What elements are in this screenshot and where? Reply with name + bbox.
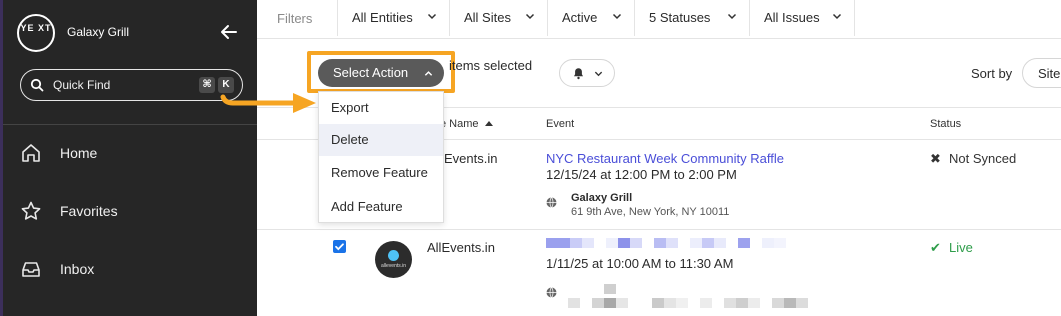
- event-time: 12/15/24 at 12:00 PM to 2:00 PM: [546, 167, 737, 182]
- column-header-site-name[interactable]: e Name: [440, 118, 493, 130]
- quick-find-input[interactable]: Quick Find ⌘ K: [20, 69, 243, 101]
- sidebar-item-inbox[interactable]: Inbox: [20, 255, 250, 285]
- shortcut-cmd-key: ⌘: [199, 77, 215, 93]
- globe-icon: [546, 287, 557, 298]
- filter-label: All Issues: [764, 10, 820, 25]
- inbox-icon: [22, 262, 40, 277]
- menu-item-add-feature[interactable]: Add Feature: [319, 191, 443, 223]
- star-icon: [21, 201, 41, 220]
- search-icon: [30, 78, 44, 92]
- account-name: Galaxy Grill: [67, 25, 130, 39]
- location-address: 61 9th Ave, New York, NY 10011: [571, 206, 730, 218]
- select-action-menu: Export Delete Remove Feature Add Feature: [318, 91, 444, 223]
- column-header-status: Status: [930, 118, 962, 130]
- row-divider: [257, 229, 1061, 230]
- row-site-name: AllEvents.in: [427, 240, 495, 255]
- quick-find-placeholder: Quick Find: [53, 78, 111, 92]
- row-site-name: Events.in: [444, 151, 498, 166]
- filter-label: 5 Statuses: [649, 10, 711, 25]
- sort-ascending-icon: [484, 121, 493, 126]
- bell-icon: [574, 68, 583, 80]
- filter-statuses-dropdown[interactable]: 5 Statuses: [634, 0, 749, 36]
- filter-sites-dropdown[interactable]: All Sites: [449, 0, 547, 36]
- annotation-arrow-icon: [220, 93, 316, 113]
- sidebar-item-label: Favorites: [60, 203, 118, 219]
- allevents-logo: [388, 250, 399, 261]
- arrow-left-icon[interactable]: [218, 21, 240, 43]
- sort-by-select[interactable]: Site: [1022, 58, 1061, 88]
- close-icon: ✖: [930, 151, 941, 166]
- chevron-down-icon: [727, 13, 737, 20]
- globe-icon: [546, 197, 557, 208]
- sidebar-divider: [3, 124, 257, 125]
- location-name: Galaxy Grill: [571, 192, 633, 204]
- chevron-down-icon: [594, 71, 603, 77]
- chevron-down-icon: [832, 13, 842, 20]
- column-header-label: e Name: [440, 118, 479, 130]
- menu-item-label: Delete: [331, 132, 369, 147]
- filters-label: Filters: [277, 11, 313, 26]
- annotation-highlight-box: [307, 51, 455, 93]
- column-header-event: Event: [546, 118, 575, 130]
- yext-logo: YE XT: [17, 14, 55, 52]
- menu-item-export[interactable]: Export: [319, 92, 443, 124]
- sidebar-item-home[interactable]: Home: [20, 139, 250, 169]
- event-title-link[interactable]: NYC Restaurant Week Community Raffle: [546, 151, 784, 166]
- event-time: 1/11/25 at 10:00 AM to 11:30 AM: [546, 256, 734, 271]
- sidebar: YE XT Galaxy Grill Quick Find ⌘ K Home F…: [0, 0, 257, 316]
- row-checkbox[interactable]: [333, 240, 346, 253]
- home-icon: [22, 144, 40, 162]
- site-avatar: allevents.in: [375, 241, 412, 278]
- chevron-down-icon: [612, 13, 622, 20]
- sidebar-item-label: Home: [60, 145, 98, 161]
- items-selected-text: items selected: [449, 58, 533, 73]
- menu-item-label: Remove Feature: [331, 165, 428, 180]
- menu-item-label: Export: [331, 100, 369, 115]
- chevron-down-icon: [525, 13, 535, 20]
- sort-by-label: Sort by: [971, 66, 1013, 81]
- filter-label: Active: [562, 10, 598, 25]
- chevron-down-icon: [427, 13, 437, 20]
- check-icon: ✔: [930, 240, 941, 255]
- sidebar-item-label: Inbox: [60, 261, 95, 277]
- filter-entities-dropdown[interactable]: All Entities: [337, 0, 449, 36]
- menu-item-remove-feature[interactable]: Remove Feature: [319, 157, 443, 189]
- filter-label: All Sites: [464, 10, 511, 25]
- notification-dropdown-button[interactable]: [559, 59, 615, 87]
- filter-bar: Filters All Entities All Sites Active 5 …: [257, 0, 1061, 39]
- status-label: Live: [949, 240, 973, 255]
- menu-item-delete[interactable]: Delete: [319, 124, 443, 156]
- sort-by-value: Site: [1038, 66, 1061, 81]
- filter-issues-dropdown[interactable]: All Issues: [749, 0, 855, 36]
- status-badge: ✔ Live: [930, 240, 973, 256]
- filter-label: All Entities: [352, 10, 413, 25]
- status-label: Not Synced: [949, 151, 1017, 166]
- sidebar-item-favorites[interactable]: Favorites: [20, 197, 250, 227]
- menu-item-label: Add Feature: [331, 199, 403, 214]
- avatar-caption: allevents.in: [381, 263, 407, 269]
- filter-active-dropdown[interactable]: Active: [547, 0, 634, 36]
- status-badge: ✖ Not Synced: [930, 151, 1016, 167]
